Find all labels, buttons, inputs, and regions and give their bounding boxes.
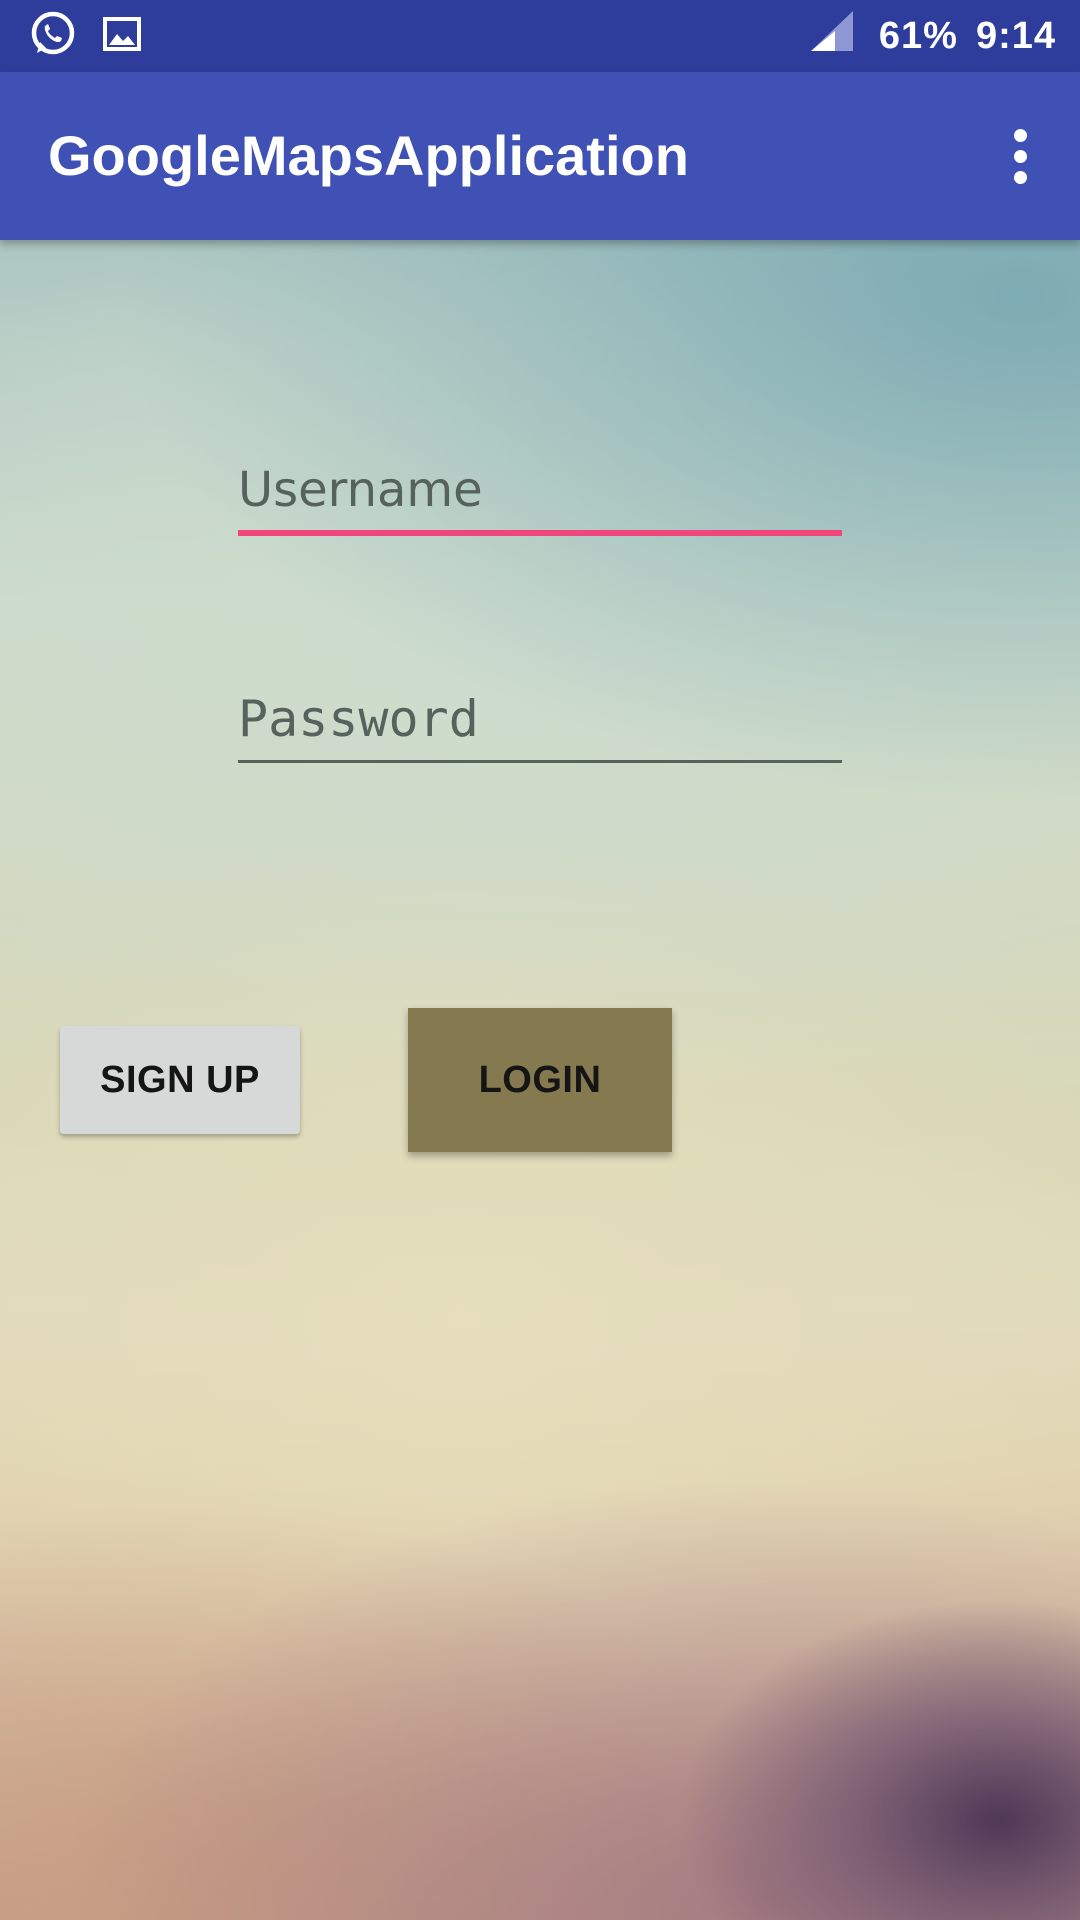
- clock: 9:14: [975, 14, 1056, 57]
- more-vert-icon-dot: [1013, 170, 1027, 184]
- app-title: GoogleMapsApplication: [48, 124, 689, 187]
- password-field-container: [238, 690, 842, 763]
- username-field-container: [238, 462, 842, 536]
- login-button[interactable]: LOGIN: [408, 1008, 672, 1152]
- image-icon: [102, 14, 142, 58]
- sign-up-button[interactable]: SIGN UP: [60, 1026, 300, 1134]
- password-underline: [238, 760, 842, 763]
- notification-icons: [28, 10, 142, 62]
- password-input[interactable]: [238, 690, 842, 760]
- username-input[interactable]: [238, 462, 842, 530]
- more-vert-icon: [1013, 128, 1027, 142]
- whatsapp-icon: [28, 10, 76, 62]
- status-indicators: 61% 9:14: [809, 0, 1056, 72]
- background-image: [0, 0, 1080, 1920]
- signal-icon: [809, 9, 855, 63]
- status-bar: 61% 9:14: [0, 0, 1080, 72]
- more-vert-icon-dot: [1013, 149, 1027, 163]
- battery-percentage: 61%: [878, 14, 958, 57]
- username-underline: [238, 530, 842, 536]
- more-options-button[interactable]: [984, 120, 1056, 192]
- app-bar: GoogleMapsApplication: [0, 72, 1080, 240]
